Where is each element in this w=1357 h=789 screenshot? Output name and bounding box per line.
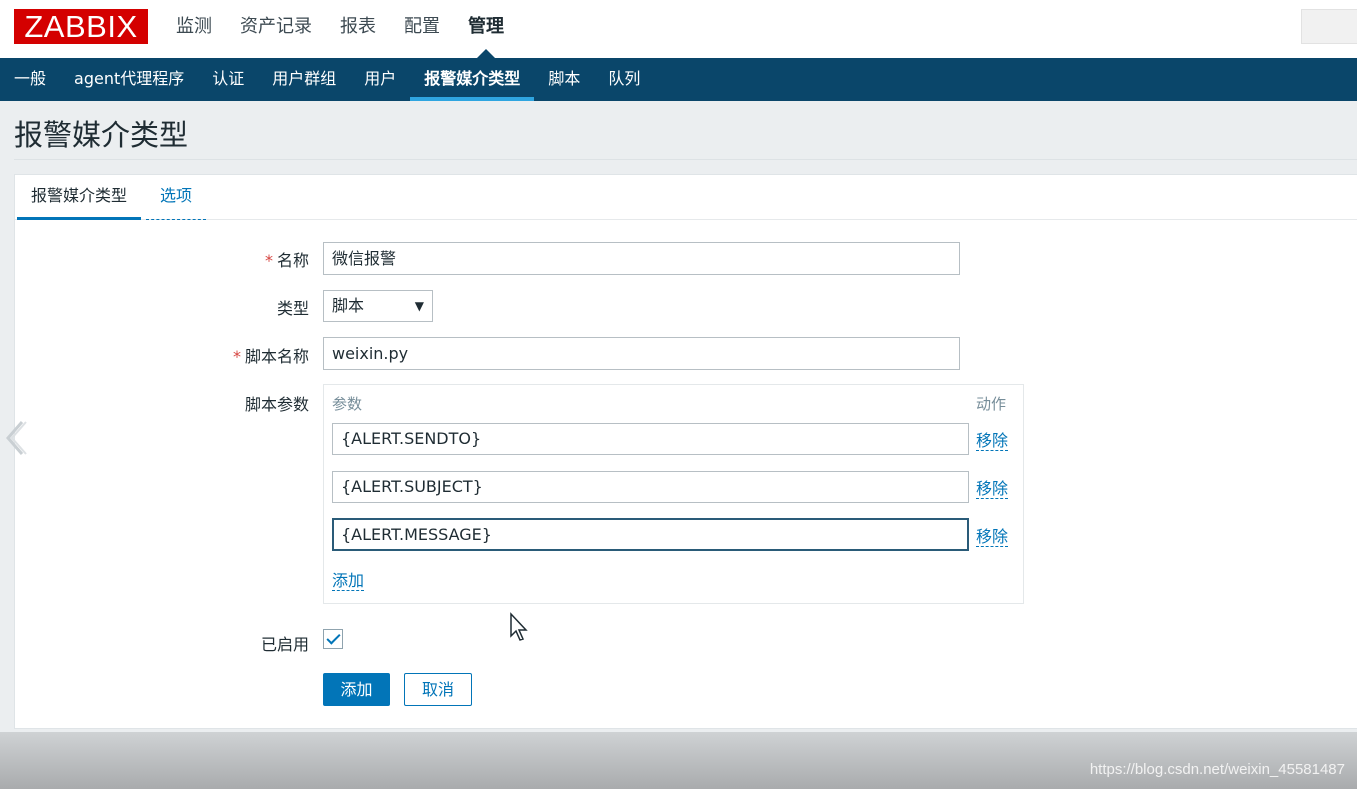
chevron-down-icon: ▼: [414, 299, 424, 313]
sub-nav-general[interactable]: 一般: [0, 58, 60, 101]
type-select-value: 脚本: [332, 296, 365, 315]
form-tabs: 报警媒介类型 选项: [15, 175, 1357, 220]
sub-nav-proxies[interactable]: agent代理程序: [60, 58, 198, 101]
main-nav-inventory[interactable]: 资产记录: [226, 0, 326, 58]
type-select[interactable]: 脚本 ▼: [323, 290, 433, 322]
script-params-label: 脚本参数: [244, 395, 309, 414]
sub-nav: 一般 agent代理程序 认证 用户群组 用户 报警媒介类型 脚本 队列: [0, 58, 1357, 101]
main-nav: 监测 资产记录 报表 配置 管理: [162, 0, 518, 58]
param-input[interactable]: {ALERT.SUBJECT}: [332, 471, 969, 503]
required-mark: *: [264, 251, 273, 270]
tab-media-type[interactable]: 报警媒介类型: [17, 175, 142, 220]
params-column-header: 参数: [332, 395, 363, 413]
script-name-label: * 脚本名称: [9, 343, 309, 367]
name-label-text: 名称: [276, 251, 309, 270]
name-label: * 名称: [9, 247, 309, 271]
media-type-form-panel: 报警媒介类型 选项 * 名称 微信报警 类型 脚本 ▼ * 脚本名称 weixin.…: [14, 174, 1357, 729]
main-nav-monitoring[interactable]: 监测: [162, 0, 226, 58]
page-title: 报警媒介类型: [14, 118, 189, 152]
tab-options[interactable]: 选项: [146, 175, 207, 220]
sub-nav-queue[interactable]: 队列: [594, 58, 654, 101]
top-bar: ZABBIX 监测 资产记录 报表 配置 管理: [0, 0, 1357, 58]
type-label: 类型: [276, 299, 309, 318]
sub-nav-user-groups[interactable]: 用户群组: [258, 58, 350, 101]
main-nav-administration[interactable]: 管理: [454, 0, 518, 58]
main-nav-configuration[interactable]: 配置: [390, 0, 454, 58]
remove-param-link[interactable]: 移除: [976, 527, 1009, 547]
add-button[interactable]: 添加: [323, 673, 390, 706]
sub-nav-media-types[interactable]: 报警媒介类型: [410, 58, 535, 101]
script-name-label-text: 脚本名称: [244, 347, 309, 366]
enabled-checkbox[interactable]: [323, 629, 343, 649]
sub-nav-authentication[interactable]: 认证: [198, 58, 258, 101]
name-field[interactable]: 微信报警: [323, 242, 960, 275]
add-param-link[interactable]: 添加: [332, 571, 365, 591]
required-mark: *: [232, 347, 241, 366]
cancel-button[interactable]: 取消: [404, 673, 472, 706]
remove-param-link[interactable]: 移除: [976, 431, 1009, 451]
action-column-header: 动作: [976, 395, 1007, 413]
mouse-cursor-icon: [510, 612, 528, 641]
zabbix-logo[interactable]: ZABBIX: [14, 9, 148, 44]
sub-nav-scripts[interactable]: 脚本: [534, 58, 594, 101]
param-input[interactable]: {ALERT.SENDTO}: [332, 423, 969, 455]
script-params-table: 参数 动作 {ALERT.SENDTO} 移除 {ALERT.SUBJECT} …: [323, 384, 1024, 604]
main-nav-reports[interactable]: 报表: [326, 0, 390, 58]
remove-param-link[interactable]: 移除: [976, 479, 1009, 499]
sub-nav-users[interactable]: 用户: [350, 58, 410, 101]
chevron-left-icon[interactable]: [4, 418, 28, 458]
param-input[interactable]: {ALERT.MESSAGE}: [332, 518, 969, 551]
watermark: https://blog.csdn.net/weixin_45581487: [1089, 761, 1345, 778]
search-input[interactable]: [1301, 9, 1357, 44]
enabled-label: 已启用: [260, 635, 309, 654]
script-name-field[interactable]: weixin.py: [323, 337, 960, 370]
title-divider: [14, 159, 1357, 160]
